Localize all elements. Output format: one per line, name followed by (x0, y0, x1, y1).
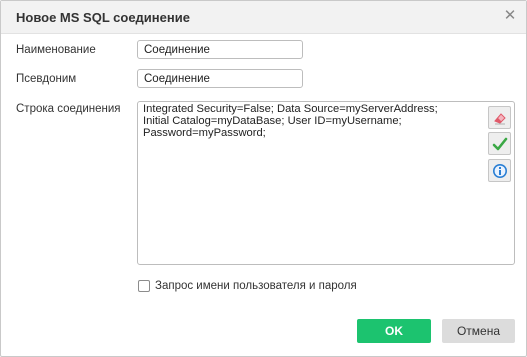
connection-string-text[interactable]: Integrated Security=False; Data Source=m… (143, 103, 481, 139)
clear-button[interactable] (488, 106, 511, 129)
alias-label: Псевдоним (16, 73, 77, 85)
prompt-credentials-checkbox[interactable] (138, 280, 150, 292)
prompt-credentials-label[interactable]: Запрос имени пользователя и пароля (155, 280, 357, 292)
name-label: Наименование (16, 44, 96, 56)
eraser-icon (494, 113, 506, 125)
test-connection-button[interactable] (488, 132, 511, 155)
dialog-title: Новое MS SQL соединение (16, 10, 190, 25)
close-icon[interactable]: ✕ (502, 8, 518, 24)
name-input[interactable] (137, 40, 303, 59)
check-icon (492, 137, 508, 151)
connection-dialog: Новое MS SQL соединение ✕ Наименование П… (0, 0, 527, 357)
alias-input[interactable] (137, 69, 303, 88)
connection-string-field[interactable]: Integrated Security=False; Data Source=m… (137, 101, 515, 265)
connection-string-label: Строка соединения (16, 103, 121, 115)
ok-button[interactable]: OK (357, 319, 431, 343)
info-button[interactable] (488, 159, 511, 182)
info-icon (493, 164, 507, 178)
dialog-titlebar: Новое MS SQL соединение ✕ (1, 1, 526, 34)
cancel-button[interactable]: Отмена (442, 319, 515, 343)
